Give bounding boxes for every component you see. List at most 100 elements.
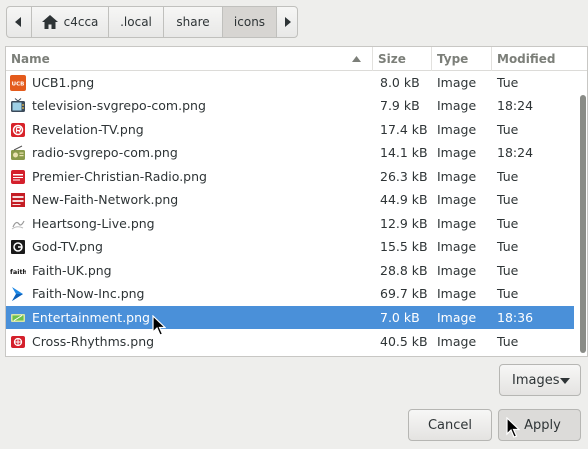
- premier-radio-icon: [11, 170, 25, 184]
- file-row[interactable]: faith. Faith-UK.png 28.8 kB Image Tue: [6, 259, 574, 282]
- heartsong-icon: [11, 220, 25, 230]
- god-tv-icon: [11, 240, 25, 254]
- file-size: 7.9 kB: [380, 98, 420, 113]
- file-type: Image: [437, 169, 477, 184]
- file-filter-label: Images: [512, 372, 560, 388]
- file-list-header: Name Size Type Modified: [6, 47, 587, 71]
- file-type: Image: [437, 122, 477, 137]
- file-modified: Tue: [497, 169, 519, 184]
- file-name: Faith-UK.png: [32, 263, 112, 278]
- file-type: Image: [437, 286, 477, 301]
- path-segment-home[interactable]: c4cca: [31, 6, 109, 38]
- file-row[interactable]: television-svgrepo-com.png 7.9 kB Image …: [6, 94, 574, 117]
- chevron-left-icon: [15, 17, 21, 27]
- file-name: television-svgrepo-com.png: [32, 98, 206, 113]
- file-name: New-Faith-Network.png: [32, 192, 179, 207]
- file-type: Image: [437, 216, 477, 231]
- file-size: 17.4 kB: [380, 122, 428, 137]
- file-size: 44.9 kB: [380, 192, 428, 207]
- path-segment-label: c4cca: [63, 15, 99, 29]
- file-type: Image: [437, 334, 477, 349]
- file-name: UCB1.png: [32, 75, 95, 90]
- radio-icon: [11, 145, 25, 160]
- column-header-size-label: Size: [378, 52, 406, 66]
- file-type: Image: [437, 239, 477, 254]
- faith-now-icon: [12, 287, 23, 301]
- file-row[interactable]: Revelation-TV.png 17.4 kB Image Tue: [6, 118, 574, 141]
- file-filter-dropdown[interactable]: Images: [499, 364, 581, 396]
- file-row[interactable]: Heartsong-Live.png 12.9 kB Image Tue: [6, 212, 574, 235]
- cancel-button[interactable]: Cancel: [408, 409, 492, 441]
- ucb1-icon: UCB: [10, 75, 26, 91]
- file-name: Faith-Now-Inc.png: [32, 286, 145, 301]
- path-segment-label: .local: [120, 15, 152, 29]
- file-modified: Tue: [497, 216, 519, 231]
- file-row-selected[interactable]: Entertainment.png 7.0 kB Image 18:36: [6, 306, 574, 329]
- file-name: Entertainment.png: [32, 310, 150, 325]
- file-size: 40.5 kB: [380, 334, 428, 349]
- file-size: 69.7 kB: [380, 286, 428, 301]
- file-row[interactable]: God-TV.png 15.5 kB Image Tue: [6, 235, 574, 258]
- vertical-scrollbar[interactable]: [578, 71, 587, 356]
- path-segment-label: share: [176, 15, 210, 29]
- column-header-modified-label: Modified: [497, 52, 556, 66]
- path-forward-button[interactable]: [276, 6, 298, 38]
- file-name: God-TV.png: [32, 239, 103, 254]
- revelation-tv-icon: [11, 123, 25, 137]
- path-bar: c4cca .local share icons: [6, 6, 298, 38]
- file-type: Image: [437, 75, 477, 90]
- path-segment-label: icons: [233, 15, 266, 29]
- chevron-down-icon: [560, 378, 570, 384]
- file-modified: Tue: [497, 263, 519, 278]
- file-modified: 18:36: [497, 310, 534, 325]
- file-modified: Tue: [497, 286, 519, 301]
- file-row[interactable]: Premier-Christian-Radio.png 26.3 kB Imag…: [6, 165, 574, 188]
- file-type: Image: [437, 145, 477, 160]
- file-type: Image: [437, 192, 477, 207]
- cancel-button-label: Cancel: [427, 417, 473, 433]
- path-segment-local[interactable]: .local: [108, 6, 164, 38]
- file-name: Heartsong-Live.png: [32, 216, 155, 231]
- column-header-size[interactable]: Size: [373, 47, 432, 71]
- file-modified: Tue: [497, 122, 519, 137]
- column-header-name-label: Name: [11, 52, 50, 66]
- file-size: 15.5 kB: [380, 239, 428, 254]
- file-row[interactable]: Faith-Now-Inc.png 69.7 kB Image Tue: [6, 282, 574, 305]
- file-row[interactable]: New-Faith-Network.png 44.9 kB Image Tue: [6, 188, 574, 211]
- file-name: Premier-Christian-Radio.png: [32, 169, 207, 184]
- television-icon: [11, 98, 25, 112]
- entertainment-icon: [11, 314, 25, 322]
- file-size: 14.1 kB: [380, 145, 428, 160]
- file-row[interactable]: Cross-Rhythms.png 40.5 kB Image Tue: [6, 330, 574, 353]
- file-size: 12.9 kB: [380, 216, 428, 231]
- file-name: Revelation-TV.png: [32, 122, 144, 137]
- file-size: 28.8 kB: [380, 263, 428, 278]
- scrollbar-thumb[interactable]: [580, 95, 586, 353]
- apply-button[interactable]: Apply: [498, 409, 581, 441]
- file-list: Name Size Type Modified UCB UCB1.png 8.0…: [5, 46, 588, 357]
- column-header-type[interactable]: Type: [432, 47, 492, 71]
- path-back-button[interactable]: [6, 6, 32, 38]
- column-header-name[interactable]: Name: [6, 47, 373, 71]
- new-faith-icon: [11, 193, 25, 207]
- file-modified: Tue: [497, 192, 519, 207]
- home-icon: [41, 15, 58, 29]
- cross-rhythms-icon: [11, 336, 25, 348]
- svg-text:faith.: faith.: [10, 268, 26, 276]
- file-size: 8.0 kB: [380, 75, 420, 90]
- file-modified: Tue: [497, 75, 519, 90]
- file-row[interactable]: radio-svgrepo-com.png 14.1 kB Image 18:2…: [6, 141, 574, 164]
- column-header-modified[interactable]: Modified: [492, 47, 587, 71]
- path-segment-icons[interactable]: icons: [222, 6, 277, 38]
- file-name: radio-svgrepo-com.png: [32, 145, 178, 160]
- file-name: Cross-Rhythms.png: [32, 334, 155, 349]
- file-row[interactable]: UCB UCB1.png 8.0 kB Image Tue: [6, 71, 574, 94]
- file-type: Image: [437, 263, 477, 278]
- path-segment-share[interactable]: share: [163, 6, 223, 38]
- svg-text:UCB: UCB: [12, 82, 25, 88]
- file-size: 7.0 kB: [380, 310, 420, 325]
- file-modified: Tue: [497, 239, 519, 254]
- file-modified: 18:24: [497, 98, 534, 113]
- column-header-type-label: Type: [437, 52, 469, 66]
- file-size: 26.3 kB: [380, 169, 428, 184]
